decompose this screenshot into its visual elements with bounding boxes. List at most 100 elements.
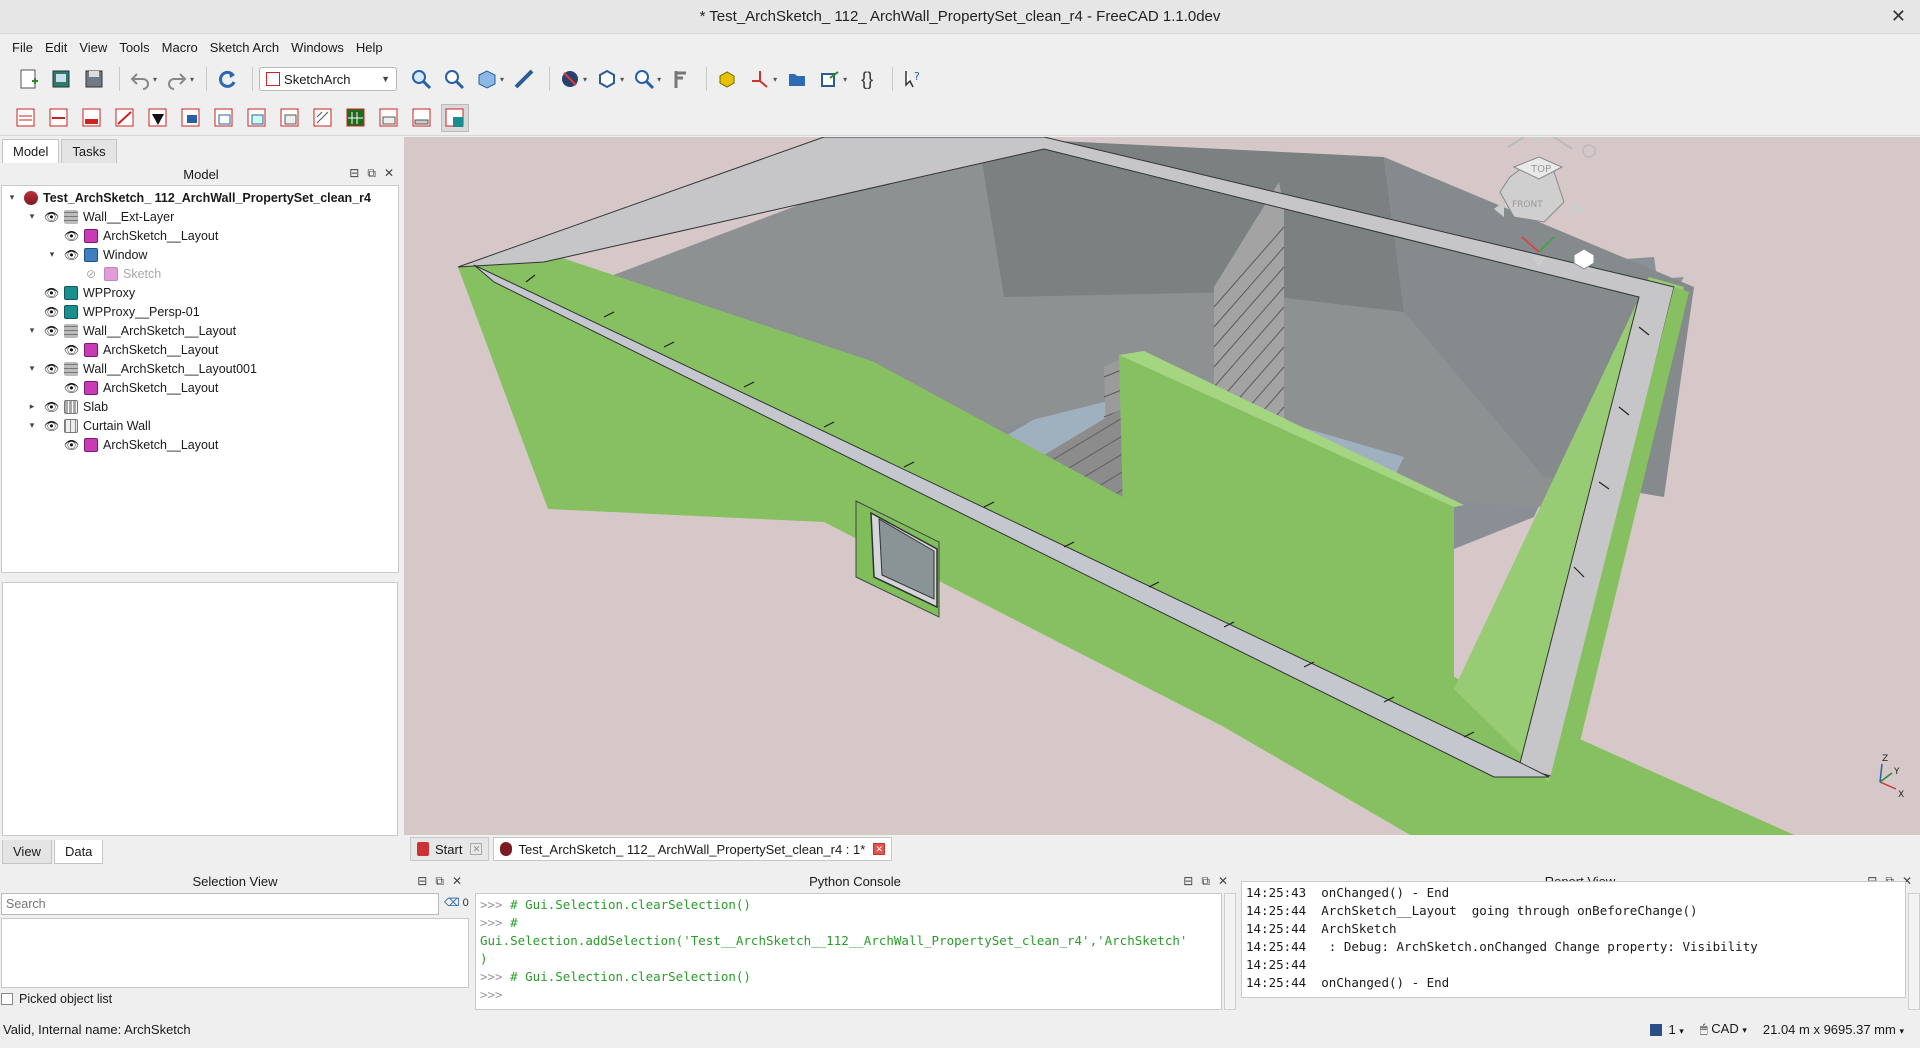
selection-list[interactable]: [1, 918, 469, 988]
python-console-output[interactable]: >>> # Gui.Selection.clearSelection() >>> …: [475, 893, 1222, 1010]
tree-item-wall-archsketch-layout001[interactable]: ▾ 👁 Wall__ArchSketch__Layout001: [26, 359, 257, 378]
tree-item-wpproxy-persp[interactable]: 👁 WPProxy__Persp-01: [26, 302, 200, 321]
close-panel-icon[interactable]: ✕: [384, 166, 394, 181]
picked-object-list-checkbox[interactable]: Picked object list: [1, 992, 112, 1006]
archsketch-tool-1-icon[interactable]: [12, 104, 40, 132]
archsketch-tool-9-icon[interactable]: [276, 104, 304, 132]
measure-icon[interactable]: [510, 65, 538, 93]
workbench-selector[interactable]: SketchArch ▼: [259, 67, 398, 91]
visibility-eye-icon[interactable]: 👁: [44, 305, 59, 319]
archsketch-tool-6-icon[interactable]: [177, 104, 205, 132]
open-document-icon[interactable]: [47, 65, 75, 93]
tab-model[interactable]: Model: [2, 139, 60, 163]
dimension-display[interactable]: 21.04 m x 9695.37 mm ▾: [1763, 1022, 1904, 1037]
float-icon[interactable]: ⧉: [1201, 874, 1210, 889]
visibility-eye-icon[interactable]: 👁: [44, 400, 59, 414]
link-icon[interactable]: [816, 65, 844, 93]
archsketch-tool-3-icon[interactable]: [78, 104, 106, 132]
archsketch-tool-11-icon[interactable]: [342, 104, 370, 132]
isometric-view-icon[interactable]: [473, 65, 501, 93]
new-document-icon[interactable]: [14, 65, 42, 93]
tree-item-wpproxy[interactable]: 👁 WPProxy: [26, 283, 135, 302]
menu-view[interactable]: View: [73, 37, 113, 58]
console-scrollbar[interactable]: [1224, 893, 1236, 1010]
collapse-icon[interactable]: ⊟: [417, 874, 427, 889]
archsketch-tool-4-icon[interactable]: [111, 104, 139, 132]
tree-item-sketch[interactable]: ⊘ Sketch: [66, 264, 161, 283]
visibility-eye-icon[interactable]: 👁: [44, 419, 59, 433]
float-icon[interactable]: ⧉: [367, 166, 376, 181]
report-view-output[interactable]: 14:25:43 onChanged() - End 14:25:44 ArchS…: [1241, 881, 1906, 998]
tree-item-archsketch-layout[interactable]: 👁 ArchSketch__Layout: [46, 340, 218, 359]
archsketch-tool-2-icon[interactable]: [45, 104, 73, 132]
property-editor[interactable]: [2, 582, 398, 836]
tree-item-archsketch-layout[interactable]: 👁 ArchSketch__Layout: [46, 378, 218, 397]
report-scrollbar[interactable]: [1908, 893, 1920, 1010]
archsketch-tool-13-icon[interactable]: [408, 104, 436, 132]
tree-item-curtain-wall[interactable]: ▾ 👁 Curtain Wall: [26, 416, 151, 435]
clear-selection-icon[interactable]: ⌫: [444, 897, 460, 909]
tree-item-archsketch-layout[interactable]: 👁 ArchSketch__Layout: [46, 435, 218, 454]
tab-tasks[interactable]: Tasks: [61, 139, 117, 163]
whats-this-icon[interactable]: ?: [899, 65, 927, 93]
expand-arrow-icon[interactable]: ▾: [26, 420, 38, 431]
redo-dropdown-icon[interactable]: ▾: [190, 75, 194, 84]
part-icon[interactable]: [713, 65, 741, 93]
redo-icon[interactable]: [163, 65, 191, 93]
close-panel-icon[interactable]: ✕: [1218, 874, 1228, 889]
checkbox[interactable]: [1, 993, 13, 1005]
visibility-eye-icon[interactable]: 👁: [64, 381, 79, 395]
undo-dropdown-icon[interactable]: ▾: [153, 75, 157, 84]
tab-data[interactable]: Data: [53, 840, 104, 864]
zoom-dropdown-icon[interactable]: ▾: [657, 75, 661, 84]
visibility-eye-icon[interactable]: 👁: [44, 362, 59, 376]
visibility-eye-icon[interactable]: 👁: [64, 438, 79, 452]
tree-item-archsketch-layout[interactable]: 👁 ArchSketch__Layout: [46, 226, 218, 245]
archsketch-tool-12-icon[interactable]: [375, 104, 403, 132]
menu-macro[interactable]: Macro: [156, 37, 204, 58]
menu-tools[interactable]: Tools: [113, 37, 155, 58]
axis-icon[interactable]: [746, 65, 774, 93]
selection-search-input[interactable]: [1, 893, 439, 915]
expand-arrow-icon[interactable]: ▾: [26, 363, 38, 374]
collapse-icon[interactable]: ⊟: [349, 166, 359, 181]
close-panel-icon[interactable]: ✕: [452, 874, 462, 889]
collapse-icon[interactable]: ⊟: [1183, 874, 1193, 889]
menu-edit[interactable]: Edit: [39, 37, 73, 58]
menu-file[interactable]: File: [6, 37, 39, 58]
archsketch-tool-10-icon[interactable]: [309, 104, 337, 132]
tab-view[interactable]: View: [2, 840, 52, 864]
visibility-eye-icon[interactable]: 👁: [64, 343, 79, 357]
expand-arrow-icon[interactable]: ▾: [26, 211, 38, 222]
expand-arrow-icon[interactable]: ▾: [6, 192, 18, 203]
visibility-eye-icon[interactable]: 👁: [44, 324, 59, 338]
axis-dropdown-icon[interactable]: ▾: [773, 75, 777, 84]
visibility-eye-icon[interactable]: 👁: [64, 248, 79, 262]
3d-viewport[interactable]: TOP FRONT Z Y X: [404, 137, 1920, 835]
tree-item-slab[interactable]: ▸ 👁 Slab: [26, 397, 108, 416]
box-dropdown-icon[interactable]: ▾: [620, 75, 624, 84]
standard-views-dropdown-icon[interactable]: ▾: [500, 75, 504, 84]
close-window-icon[interactable]: ✕: [1891, 6, 1906, 27]
expand-arrow-icon[interactable]: ▾: [46, 249, 58, 260]
page-indicator[interactable]: 1 ▾: [1650, 1022, 1684, 1037]
hidden-eye-icon[interactable]: ⊘: [84, 267, 98, 281]
expand-arrow-icon[interactable]: ▸: [26, 401, 38, 412]
visibility-eye-icon[interactable]: 👁: [64, 229, 79, 243]
tab-document[interactable]: Test_ArchSketch_ 112_ ArchWall_PropertyS…: [493, 837, 893, 861]
3d-scene[interactable]: TOP FRONT Z Y X: [404, 137, 1920, 835]
close-tab-icon[interactable]: ✕: [873, 843, 886, 855]
tree-item-document[interactable]: ▾ Test_ArchSketch_ 112_ArchWall_Property…: [6, 188, 371, 207]
tree-item-wall-archsketch-layout[interactable]: ▾ 👁 Wall__ArchSketch__Layout: [26, 321, 236, 340]
refresh-icon[interactable]: [213, 65, 241, 93]
measure-tool-icon[interactable]: [667, 65, 695, 93]
menu-help[interactable]: Help: [350, 37, 389, 58]
visibility-eye-icon[interactable]: 👁: [44, 210, 59, 224]
archsketch-tool-14-icon[interactable]: [441, 103, 469, 132]
link-dropdown-icon[interactable]: ▾: [843, 75, 847, 84]
draw-style-dropdown-icon[interactable]: ▾: [583, 75, 587, 84]
zoom-icon[interactable]: [630, 65, 658, 93]
archsketch-tool-8-icon[interactable]: [243, 104, 271, 132]
fit-selection-icon[interactable]: [440, 65, 468, 93]
group-folder-icon[interactable]: [783, 65, 811, 93]
